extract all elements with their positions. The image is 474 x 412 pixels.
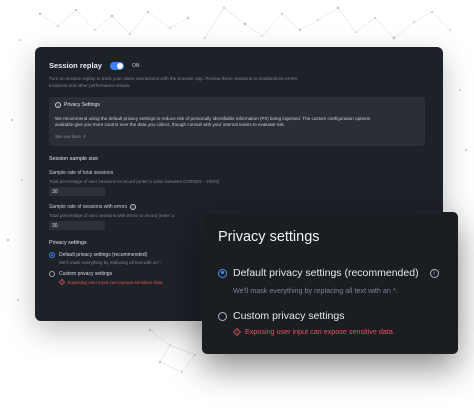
radio-selected-icon[interactable] [218,268,227,278]
toggle-state-label: ON [131,62,140,69]
error-sessions-label: Sample rate of sessions with errors [49,204,128,210]
custom-privacy-option-large[interactable]: Custom privacy settings Exposing user in… [218,310,444,336]
privacy-settings-card: Privacy settings Default privacy setting… [202,212,458,354]
total-sessions-input[interactable]: 30 [49,187,105,196]
session-replay-header: Session replay ON [49,61,429,70]
session-replay-description: Turn on session replay to track your use… [49,76,299,88]
radio-selected-icon[interactable] [49,252,55,258]
info-icon[interactable]: i [429,268,439,278]
custom-privacy-warning-large: Exposing user input can expose sensitive… [233,327,444,336]
privacy-card-title: Privacy settings [218,229,320,245]
radio-unselected-icon[interactable] [218,311,227,321]
total-sessions-hint: Total percentage of user sessions to rec… [49,179,220,184]
default-privacy-label-large: Default privacy settings (recommended) [233,267,419,279]
default-privacy-description-large: We'll mask everything by replacing all t… [233,286,398,295]
session-replay-title: Session replay [49,61,102,70]
warning-diamond-icon [59,279,65,285]
custom-privacy-label: Custom privacy settings [59,271,113,277]
privacy-notice-body: We recommend using the default privacy s… [55,116,370,127]
info-icon: i [55,102,61,108]
sample-size-heading: Session sample size [49,156,99,162]
default-privacy-label: Default privacy settings (recommended) [59,252,148,258]
default-privacy-option-large[interactable]: Default privacy settings (recommended) i… [218,267,444,295]
radio-unselected-icon[interactable] [49,271,55,277]
privacy-notice: i Privacy Settings We recommend using th… [49,97,425,146]
error-sessions-label-row: Sample rate of sessions with errors i [49,204,429,210]
privacy-notice-title: Privacy Settings [64,102,100,108]
session-replay-toggle[interactable] [109,61,124,70]
custom-privacy-label-large: Custom privacy settings [233,310,345,322]
custom-privacy-warning-text-large: Exposing user input can expose sensitive… [245,327,393,336]
total-sessions-label: Sample rate of total sessions [49,170,114,176]
custom-privacy-warning-text: Exposing user input can expose sensitive… [68,279,163,285]
error-sessions-input[interactable]: 30 [49,221,105,230]
info-icon[interactable]: i [130,204,137,210]
warning-diamond-icon [233,327,241,336]
docs-link[interactable]: See our docs ↗ [55,134,419,140]
